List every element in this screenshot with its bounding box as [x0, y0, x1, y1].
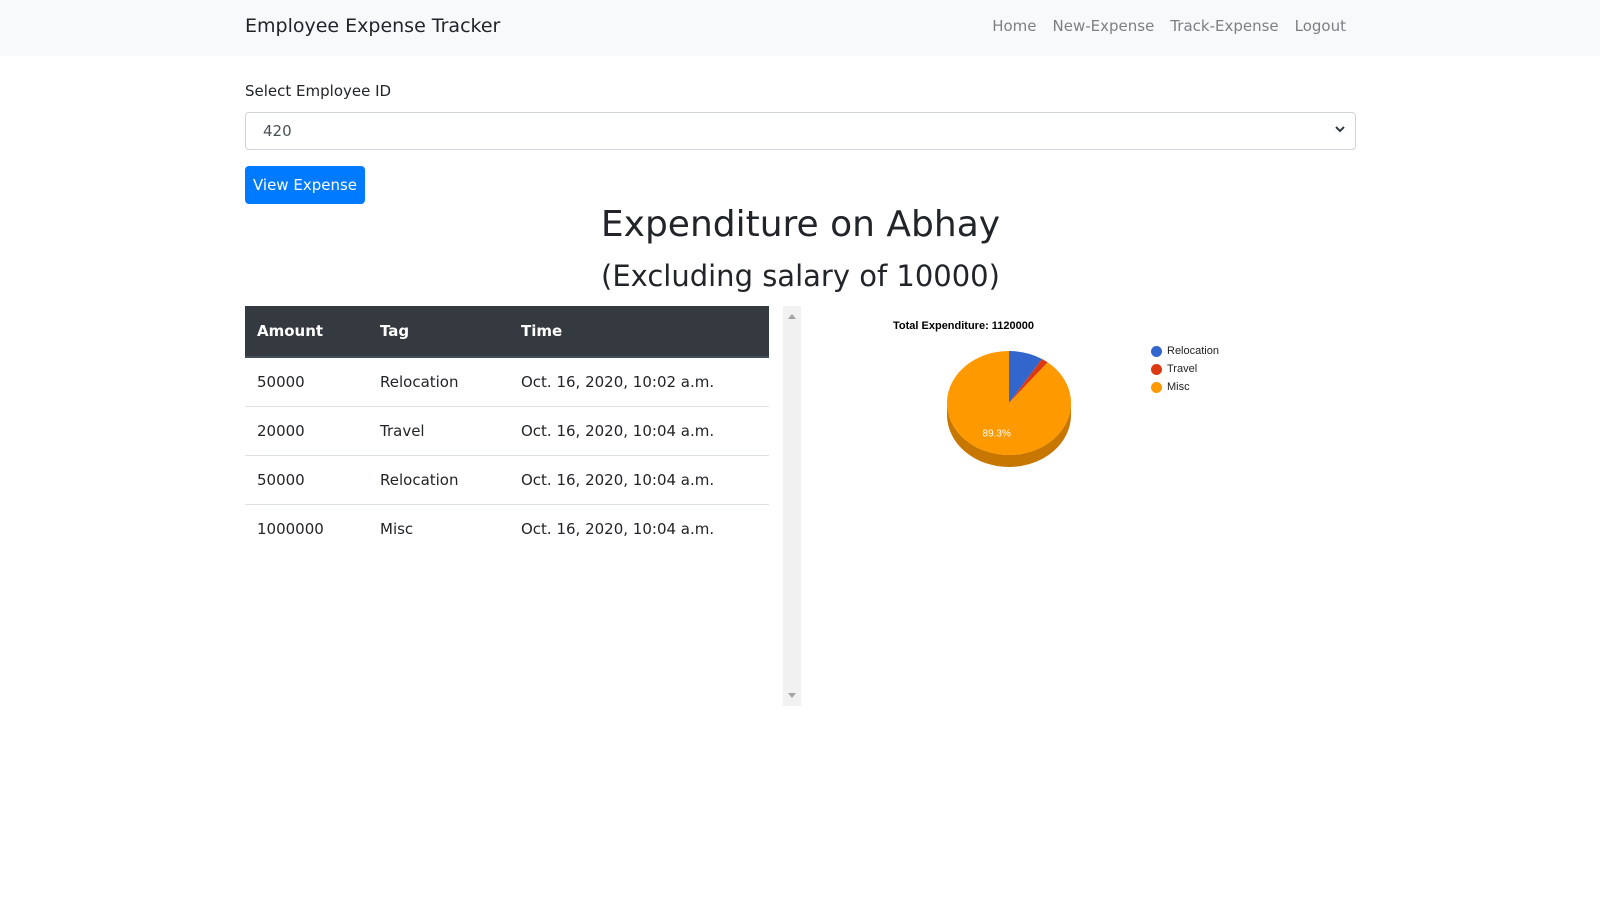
- legend-dot-relocation: [1151, 345, 1162, 357]
- selected-employee-id: 420: [263, 122, 292, 140]
- chevron-down-icon: [1335, 126, 1345, 133]
- cell-time: Oct. 16, 2020, 10:04 a.m.: [509, 503, 769, 553]
- cell-tag: Misc: [368, 503, 509, 553]
- nav-logout[interactable]: Logout: [1295, 17, 1346, 35]
- pie-slice-label: 89.3%: [983, 428, 1011, 439]
- page-subtitle: (Excluding salary of 10000): [601, 259, 1000, 293]
- cell-tag: Relocation: [368, 454, 509, 504]
- scroll-down-arrow-icon[interactable]: [788, 693, 796, 698]
- scroll-up-arrow-icon[interactable]: [788, 314, 796, 319]
- nav-track-expense[interactable]: Track-Expense: [1170, 17, 1278, 35]
- cell-time: Oct. 16, 2020, 10:04 a.m.: [509, 454, 769, 504]
- expense-table: Amount Tag Time 50000 Relocation Oct. 16…: [245, 306, 769, 553]
- table-header-row: Amount Tag Time: [245, 306, 769, 358]
- cell-amount: 50000: [257, 372, 305, 391]
- table-row: 50000 Relocation Oct. 16, 2020, 10:02 a.…: [245, 357, 769, 406]
- legend-dot-travel: [1151, 363, 1162, 375]
- pie-svg: 89.3%: [947, 351, 1071, 467]
- employee-id-select[interactable]: 420: [245, 112, 1356, 150]
- header-time: Time: [509, 306, 769, 358]
- nav-links: Home New-Expense Track-Expense Logout: [992, 17, 1346, 35]
- legend-label: Travel: [1167, 363, 1198, 375]
- chart-legend: Relocation Travel Misc: [1151, 342, 1219, 396]
- cell-time: Oct. 16, 2020, 10:02 a.m.: [521, 372, 715, 391]
- table-row: 20000 Travel Oct. 16, 2020, 10:04 a.m.: [245, 405, 769, 455]
- header-amount: Amount: [245, 306, 368, 358]
- table-row: 1000000 Misc Oct. 16, 2020, 10:04 a.m.: [245, 503, 769, 553]
- legend-label: Misc: [1167, 381, 1190, 393]
- brand-link[interactable]: Employee Expense Tracker: [245, 15, 500, 37]
- cell-time: Oct. 16, 2020, 10:04 a.m.: [509, 405, 769, 455]
- nav-home[interactable]: Home: [992, 17, 1036, 35]
- table-row: 50000 Relocation Oct. 16, 2020, 10:04 a.…: [245, 454, 769, 504]
- cell-amount: 20000: [245, 405, 368, 455]
- nav-new-expense[interactable]: New-Expense: [1053, 17, 1155, 35]
- view-expense-button[interactable]: View Expense: [245, 166, 365, 204]
- legend-item: Misc: [1151, 378, 1219, 396]
- legend-dot-misc: [1151, 381, 1162, 393]
- legend-label: Relocation: [1167, 345, 1219, 357]
- cell-amount: 1000000: [245, 503, 368, 553]
- legend-item: Travel: [1151, 360, 1219, 378]
- navbar: Employee Expense Tracker Home New-Expens…: [0, 0, 1600, 56]
- vertical-scrollbar[interactable]: [783, 306, 801, 706]
- cell-amount: 50000: [245, 454, 368, 504]
- page-title: Expenditure on Abhay: [600, 204, 1001, 245]
- header-tag: Tag: [368, 306, 509, 358]
- legend-item: Relocation: [1151, 342, 1219, 360]
- expenditure-pie-chart: Total Expenditure: 1120000 89.3% Relocat…: [801, 306, 1356, 706]
- cell-tag: Travel: [368, 405, 509, 455]
- cell-tag: Relocation: [380, 372, 459, 391]
- employee-id-label: Select Employee ID: [245, 82, 392, 100]
